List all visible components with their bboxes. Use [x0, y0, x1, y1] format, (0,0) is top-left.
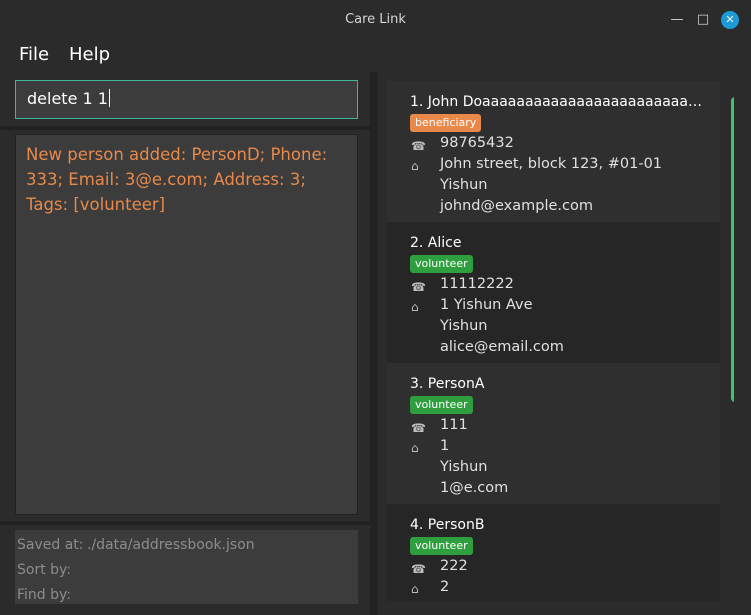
- minimize-icon[interactable]: —: [668, 11, 686, 29]
- status-sort: Sort by:: [17, 558, 356, 583]
- scrollbar-thumb[interactable]: [731, 97, 734, 402]
- person-card[interactable]: 2. Alice volunteer ☎ 11112222 ⌂ 1 Yishun…: [387, 222, 720, 363]
- command-input[interactable]: delete 1 1: [15, 80, 358, 119]
- person-phone: 98765432: [440, 135, 514, 151]
- phone-icon: ☎: [411, 421, 426, 435]
- status-saved: Saved at: ./data/addressbook.json: [17, 533, 356, 558]
- person-phone: 222: [440, 558, 468, 574]
- home-icon: ⌂: [411, 300, 419, 314]
- title-bar: Care Link — □ ✕: [0, 0, 751, 40]
- menu-file[interactable]: File: [19, 44, 49, 65]
- person-card[interactable]: 4. PersonB volunteer ☎ 222 ⌂ 2: [387, 504, 720, 601]
- person-name: 3. PersonA: [410, 376, 485, 392]
- sort-label: Sort by:: [17, 562, 72, 578]
- window-title: Care Link: [345, 12, 406, 27]
- phone-icon: ☎: [411, 280, 426, 294]
- saved-label: Saved at:: [17, 537, 84, 553]
- tag-badge: beneficiary: [410, 114, 482, 132]
- status-bar: Saved at: ./data/addressbook.json Sort b…: [15, 530, 358, 604]
- person-list[interactable]: 1. John Doaaaaaaaaaaaaaaaaaaaaaaaaaaaaaa…: [387, 81, 734, 601]
- person-card[interactable]: 3. PersonA volunteer ☎ 111 ⌂ 1 Yishun 1@…: [387, 363, 720, 504]
- phone-icon: ☎: [411, 562, 426, 576]
- person-area: Yishun: [440, 318, 488, 334]
- close-icon[interactable]: ✕: [721, 11, 739, 29]
- result-display: New person added: PersonD; Phone: 333; E…: [15, 134, 358, 515]
- maximize-icon[interactable]: □: [694, 11, 712, 29]
- tag-badge: volunteer: [410, 396, 473, 414]
- tag-badge: volunteer: [410, 255, 473, 273]
- text-caret: [108, 89, 110, 107]
- person-email: johnd@example.com: [440, 198, 593, 214]
- menu-bar: File Help: [0, 40, 751, 70]
- divider: [0, 521, 370, 525]
- person-name: 2. Alice: [410, 235, 462, 251]
- split-pane-divider[interactable]: [370, 72, 378, 615]
- status-find: Find by:: [17, 583, 356, 608]
- tag-badge: volunteer: [410, 537, 473, 555]
- command-text: delete 1 1: [27, 89, 108, 108]
- divider: [0, 126, 370, 130]
- person-address: 1: [440, 438, 450, 454]
- person-address: John street, block 123, #01-01: [440, 156, 663, 172]
- person-phone: 11112222: [440, 276, 514, 292]
- person-name: 4. PersonB: [410, 517, 485, 533]
- person-email: alice@email.com: [440, 339, 564, 355]
- person-name: 1. John Doaaaaaaaaaaaaaaaaaaaaaaaaaaaaaa…: [410, 94, 705, 110]
- menu-help[interactable]: Help: [69, 44, 110, 65]
- person-area: Yishun: [440, 177, 488, 193]
- person-phone: 111: [440, 417, 468, 433]
- left-pane: delete 1 1 New person added: PersonD; Ph…: [0, 72, 370, 615]
- person-card[interactable]: 1. John Doaaaaaaaaaaaaaaaaaaaaaaaaaaaaaa…: [387, 81, 720, 222]
- home-icon: ⌂: [411, 441, 419, 455]
- person-email: 1@e.com: [440, 480, 509, 496]
- home-icon: ⌂: [411, 582, 419, 596]
- phone-icon: ☎: [411, 139, 426, 153]
- person-list-panel: 1. John Doaaaaaaaaaaaaaaaaaaaaaaaaaaaaaa…: [378, 72, 751, 615]
- saved-path: ./data/addressbook.json: [87, 537, 255, 553]
- find-label: Find by:: [17, 587, 72, 603]
- person-address: 2: [440, 579, 450, 595]
- person-area: Yishun: [440, 459, 488, 475]
- home-icon: ⌂: [411, 159, 419, 173]
- person-address: 1 Yishun Ave: [440, 297, 533, 313]
